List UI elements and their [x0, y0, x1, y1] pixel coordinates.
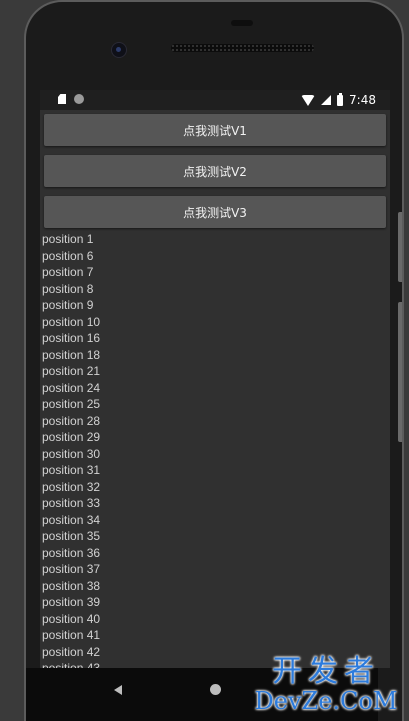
list-item[interactable]: position 6 [42, 248, 390, 265]
app-screen: 7:48 点我测试V1 点我测试V2 点我测试V3 position 1 posi… [40, 90, 390, 668]
signal-icon [321, 95, 332, 105]
earpiece [231, 20, 253, 26]
list-item[interactable]: position 31 [42, 462, 390, 479]
list-item[interactable]: position 29 [42, 429, 390, 446]
list-item[interactable]: position 24 [42, 380, 390, 397]
list-item[interactable]: position 10 [42, 314, 390, 331]
status-left [58, 94, 84, 104]
status-bar: 7:48 [40, 90, 390, 110]
list-item[interactable]: position 33 [42, 495, 390, 512]
wifi-icon [301, 94, 316, 106]
sim-icon [58, 94, 66, 104]
power-button[interactable] [398, 212, 402, 282]
list-item[interactable]: position 28 [42, 413, 390, 430]
volume-button[interactable] [398, 302, 402, 442]
position-list[interactable]: position 1 position 6 position 7 position 8… [42, 231, 390, 668]
list-item[interactable]: position 18 [42, 347, 390, 364]
list-item[interactable]: position 41 [42, 627, 390, 644]
list-item[interactable]: position 34 [42, 512, 390, 529]
list-item[interactable]: position 36 [42, 545, 390, 562]
list-item[interactable]: position 1 [42, 231, 390, 248]
battery-icon [337, 92, 344, 106]
list-item[interactable]: position 32 [42, 479, 390, 496]
test-v3-button[interactable]: 点我测试V3 [44, 196, 386, 228]
test-v1-button[interactable]: 点我测试V1 [44, 114, 386, 146]
list-item[interactable]: position 40 [42, 611, 390, 628]
list-item[interactable]: position 43 [42, 660, 390, 668]
back-icon[interactable] [114, 685, 122, 695]
list-item[interactable]: position 8 [42, 281, 390, 298]
list-item[interactable]: position 9 [42, 297, 390, 314]
front-camera-icon [111, 42, 127, 58]
list-item[interactable]: position 35 [42, 528, 390, 545]
list-item[interactable]: position 30 [42, 446, 390, 463]
list-item[interactable]: position 39 [42, 594, 390, 611]
list-item[interactable]: position 21 [42, 363, 390, 380]
list-item[interactable]: position 42 [42, 644, 390, 661]
status-time: 7:48 [349, 93, 376, 107]
home-icon[interactable] [210, 684, 221, 695]
navigation-bar [26, 668, 378, 721]
list-item[interactable]: position 16 [42, 330, 390, 347]
list-item[interactable]: position 38 [42, 578, 390, 595]
dot-icon [74, 94, 84, 104]
test-v2-button[interactable]: 点我测试V2 [44, 155, 386, 187]
status-right: 7:48 [301, 92, 376, 107]
list-item[interactable]: position 7 [42, 264, 390, 281]
list-item[interactable]: position 37 [42, 561, 390, 578]
list-item[interactable]: position 25 [42, 396, 390, 413]
speaker-grille [171, 44, 314, 52]
